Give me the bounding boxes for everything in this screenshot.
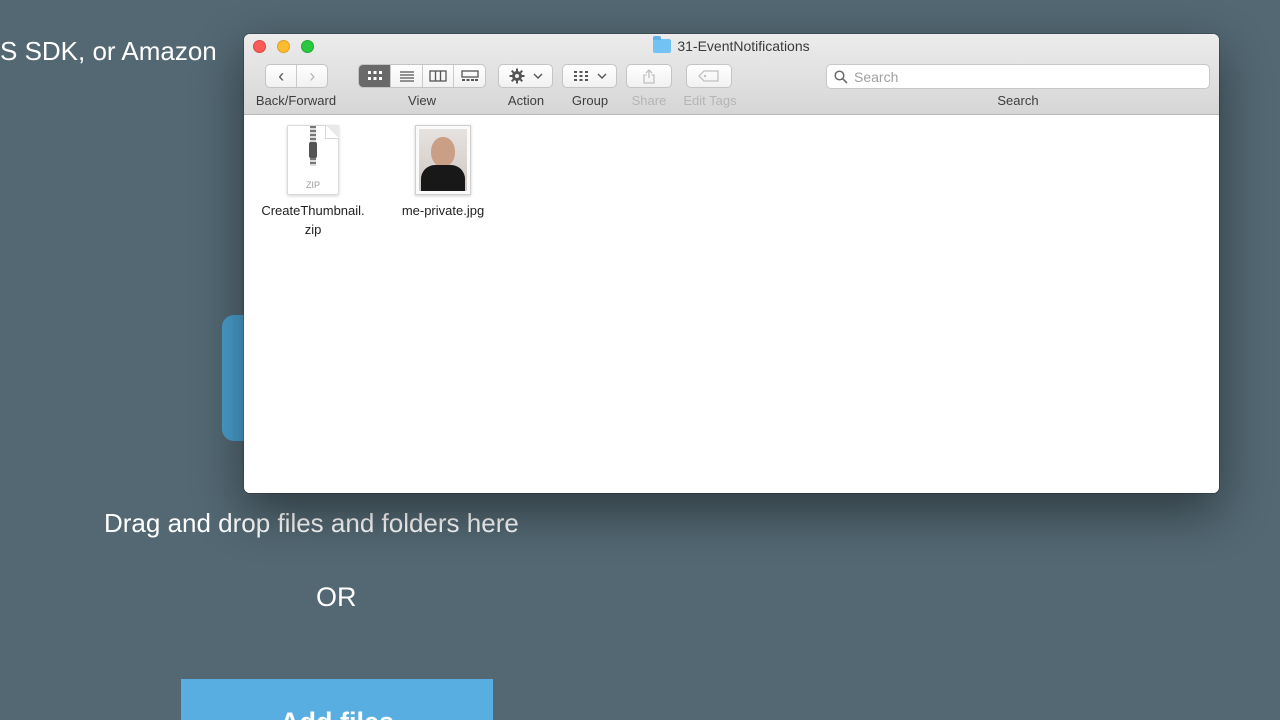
list-icon — [399, 71, 414, 82]
finder-window: 31-EventNotifications ‹ › Search Back/Fo… — [244, 34, 1219, 493]
window-title-text: 31-EventNotifications — [677, 38, 810, 54]
file-name-line-1: CreateThumbnail. — [261, 203, 365, 218]
file-name: me-private.jpg — [401, 203, 485, 218]
chevron-down-icon — [597, 73, 606, 79]
share-button[interactable] — [626, 64, 672, 88]
edit-tags-button[interactable] — [686, 64, 732, 88]
chevron-down-icon — [533, 73, 542, 79]
list-view-button[interactable] — [390, 65, 422, 87]
folder-icon — [653, 36, 672, 53]
columns-icon — [429, 70, 447, 82]
group-label: Group — [571, 93, 609, 108]
gallery-view-button[interactable] — [453, 65, 485, 87]
view-label: View — [408, 93, 436, 108]
forward-button[interactable]: › — [296, 65, 327, 87]
tag-icon — [698, 70, 719, 82]
grid-icon — [367, 71, 382, 80]
zip-badge: ZIP — [305, 180, 320, 190]
action-menu-button[interactable] — [498, 64, 553, 88]
add-files-button[interactable]: Add files — [181, 679, 493, 720]
view-mode-control — [358, 64, 486, 88]
edit-tags-label: Edit Tags — [683, 93, 737, 108]
column-view-button[interactable] — [421, 65, 454, 87]
background-heading-fragment: S SDK, or Amazon — [0, 36, 217, 66]
gear-icon — [509, 68, 524, 84]
share-icon — [643, 69, 655, 84]
finder-toolbar: 31-EventNotifications ‹ › Search Back/Fo… — [244, 34, 1219, 115]
drag-drop-instruction: Drag and drop files and folders here — [104, 508, 519, 538]
share-label: Share — [631, 93, 667, 108]
action-label: Action — [507, 93, 545, 108]
chevron-right-icon: › — [309, 65, 316, 86]
back-forward-label: Back/Forward — [255, 93, 337, 108]
group-grid-icon — [573, 71, 588, 81]
chevron-left-icon: ‹ — [278, 65, 285, 86]
file-name-line-2: zip — [304, 222, 322, 237]
search-label: Search — [997, 93, 1039, 108]
gallery-icon — [461, 70, 479, 81]
jpg-thumbnail-icon — [415, 125, 471, 195]
zip-archive-icon: ZIP — [287, 125, 339, 195]
back-button[interactable]: ‹ — [266, 65, 296, 87]
magnifier-icon — [834, 69, 848, 84]
file-item[interactable]: ZIP CreateThumbnail. zip — [249, 125, 377, 239]
or-separator: OR — [316, 582, 357, 612]
window-title: 31-EventNotifications — [244, 36, 1219, 54]
search-field[interactable] — [826, 64, 1210, 89]
group-menu-button[interactable] — [562, 64, 617, 88]
file-name: CreateThumbnail. zip — [249, 201, 377, 239]
search-input[interactable] — [854, 68, 1194, 85]
icon-view-button[interactable] — [359, 65, 391, 87]
back-forward-control: ‹ › — [265, 64, 328, 88]
finder-content-area[interactable]: ZIP CreateThumbnail. zip me-private.jpg — [244, 115, 1219, 493]
file-item[interactable]: me-private.jpg — [379, 125, 507, 220]
